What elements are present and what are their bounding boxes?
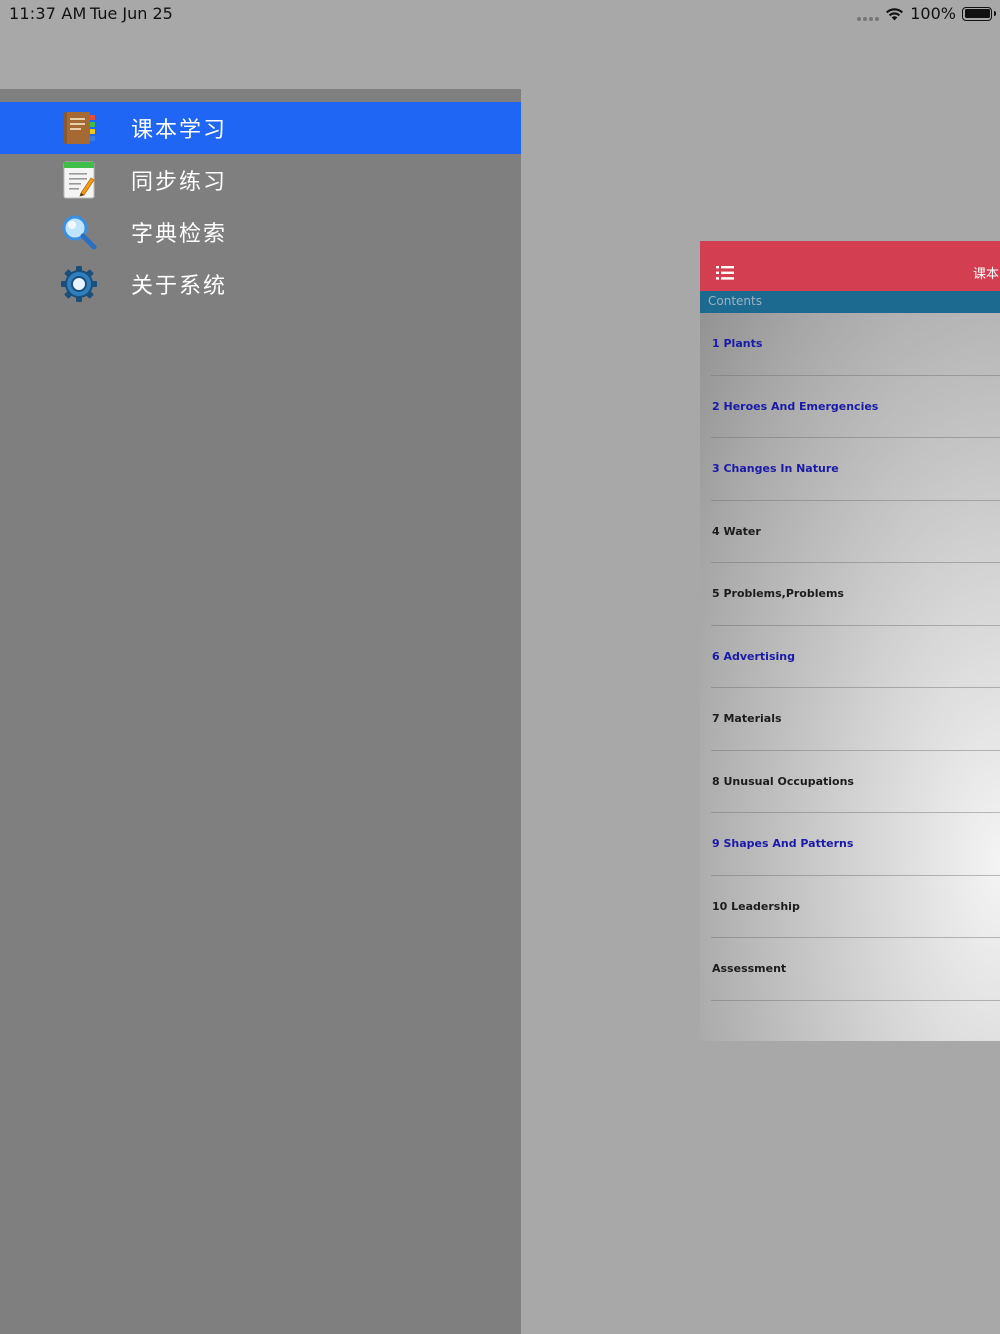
drawer-item-label: 课本学习 (131, 118, 228, 143)
toc-item[interactable]: 6 Advertising (711, 626, 1000, 688)
battery-percent: 100% (910, 4, 956, 23)
drawer-item-about[interactable]: 关于系统 (0, 258, 521, 310)
wifi-icon (885, 7, 904, 21)
contents-bar: Contents (700, 291, 1000, 313)
list-menu-icon[interactable] (716, 265, 734, 284)
toc-item-label: 8 Unusual Occupations (712, 774, 854, 788)
table-of-contents: 1 Plants 2 Heroes And Emergencies 3 Change… (700, 313, 1000, 1001)
drawer-item-dictionary[interactable]: 字典检索 (0, 206, 521, 258)
drawer-item-practice[interactable]: 同步练习 (0, 154, 521, 206)
toc-item[interactable]: 10 Leadership (711, 876, 1000, 938)
textbook-icon (60, 108, 98, 148)
toc-item-label: 10 Leadership (712, 899, 800, 913)
toc-item-label: 7 Materials (712, 712, 782, 725)
toc-item[interactable]: 5 Problems,Problems (711, 563, 1000, 626)
side-drawer: 课本学习 同步练习 字典检索 关于系统 (0, 89, 521, 1334)
battery-icon (962, 6, 996, 21)
main-content-preview[interactable]: 课本 Contents 1 Plants 2 Heroes And Emergen… (700, 241, 1000, 1041)
toc-item-label: 5 Problems,Problems (712, 587, 844, 600)
toc-item-label: 3 Changes In Nature (712, 462, 839, 475)
contents-label: Contents (708, 294, 762, 308)
toc-item-label: 1 Plants (712, 337, 763, 350)
header-title: 课本 (973, 267, 1000, 282)
drawer-item-textbook[interactable]: 课本学习 (0, 102, 521, 154)
toc-item[interactable]: 1 Plants (711, 313, 1000, 376)
toc-item[interactable]: 9 Shapes And Patterns (711, 813, 1000, 876)
toc-item[interactable]: Assessment (711, 938, 1000, 1001)
magnifier-icon (60, 212, 98, 252)
drawer-item-label: 字典检索 (131, 222, 228, 247)
status-bar: 11:37 AM Tue Jun 25 100% (0, 0, 1000, 28)
app-header: 课本 (700, 241, 1000, 291)
status-indicators: 100% (857, 4, 996, 23)
toc-item[interactable]: 2 Heroes And Emergencies (711, 376, 1000, 438)
toc-item[interactable]: 7 Materials (711, 688, 1000, 751)
toc-item-label: 9 Shapes And Patterns (712, 837, 854, 850)
gear-icon (60, 264, 98, 304)
drawer-item-label: 同步练习 (131, 170, 228, 195)
toc-item[interactable]: 4 Water (711, 501, 1000, 563)
status-time: 11:37 AM (9, 4, 87, 23)
toc-item-label: 2 Heroes And Emergencies (712, 399, 879, 413)
toc-item[interactable]: 8 Unusual Occupations (711, 751, 1000, 813)
cellular-signal-icon (857, 7, 880, 21)
drawer-item-label: 关于系统 (131, 274, 228, 299)
toc-item-label: 6 Advertising (712, 649, 795, 663)
status-date: Tue Jun 25 (90, 4, 173, 23)
toc-item-label: Assessment (712, 962, 787, 975)
toc-item-label: 4 Water (712, 524, 761, 538)
notepad-pencil-icon (60, 160, 98, 200)
toc-item[interactable]: 3 Changes In Nature (711, 438, 1000, 501)
